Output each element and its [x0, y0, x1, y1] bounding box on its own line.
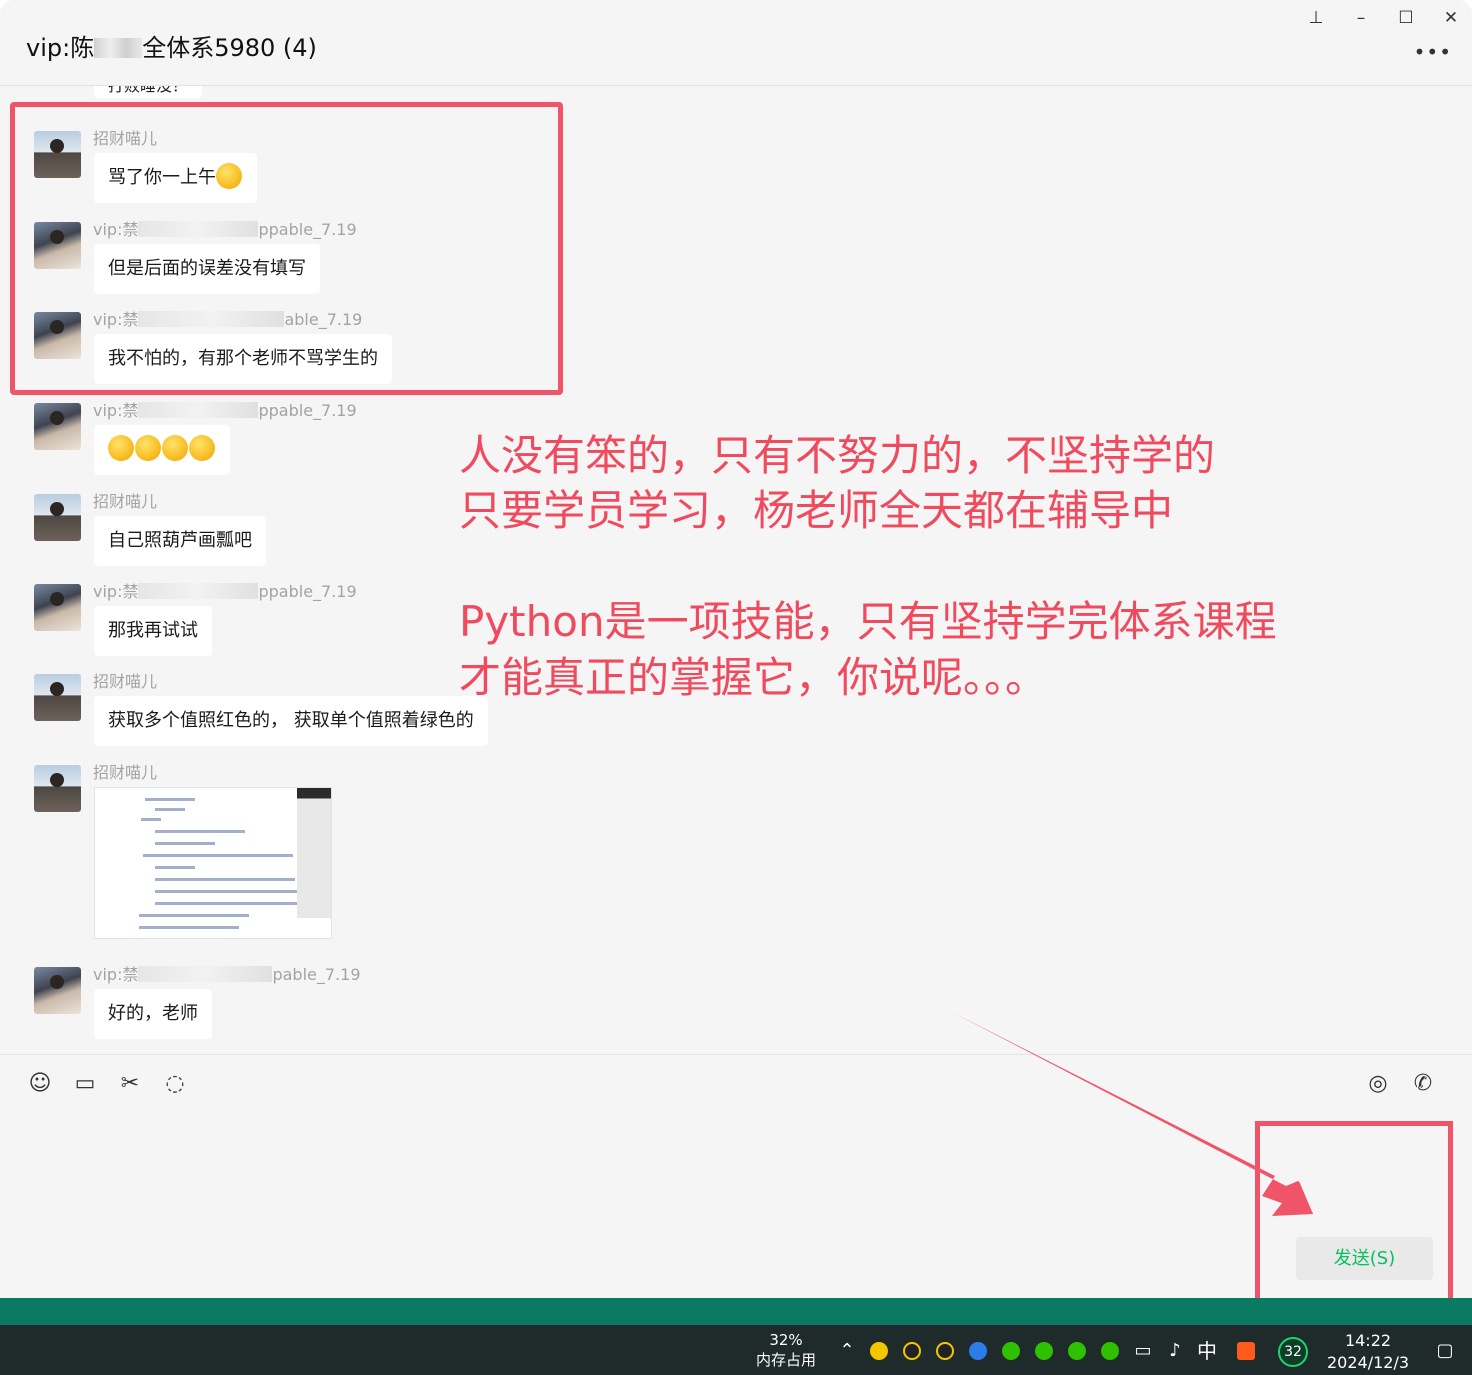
annotation-line: 人没有笨的，只有不努力的，不坚持学的	[459, 431, 1216, 480]
sogou-icon[interactable]	[1237, 1342, 1255, 1360]
code-line	[143, 854, 293, 857]
divider	[0, 1054, 1472, 1055]
folder-icon[interactable]: ▭	[71, 1070, 99, 1098]
code-line	[155, 866, 195, 869]
avatar[interactable]	[34, 403, 81, 450]
sender-name: 招财喵儿	[93, 763, 158, 782]
qq-icon[interactable]	[936, 1342, 954, 1360]
desktop-band	[0, 1298, 1472, 1325]
ime-indicator[interactable]: 中	[1196, 1340, 1218, 1362]
thinking-emoji-icon	[135, 435, 161, 461]
sender-name: 招财喵儿	[93, 492, 158, 511]
network-icon[interactable]: ▭	[1132, 1340, 1154, 1362]
emoji-bubble[interactable]	[94, 425, 230, 475]
avatar[interactable]	[34, 494, 81, 541]
notifications-icon[interactable]: ▢	[1434, 1340, 1456, 1362]
code-line	[155, 842, 215, 845]
code-line	[155, 890, 315, 893]
code-line	[155, 902, 305, 905]
sender-prefix: vip:禁	[93, 582, 139, 601]
taskbar: 32% 内存占用 ⌃ ▭ ♪ 中 32 14:22 2024/12/3 ▢	[0, 1325, 1472, 1375]
memory-widget[interactable]: 32% 内存占用	[752, 1330, 820, 1370]
emoji-icon[interactable]: ☺	[26, 1070, 54, 1098]
sender-suffix: ppable_7.19	[258, 582, 357, 601]
chevron-up-icon[interactable]: ⌃	[836, 1340, 858, 1362]
clock[interactable]: 14:22 2024/12/3	[1322, 1330, 1414, 1374]
sender-redaction	[138, 966, 273, 982]
annotation-line: Python是一项技能，只有坚持学完体系课程	[459, 597, 1277, 646]
more-icon[interactable]: •••	[1414, 40, 1452, 64]
code-line	[139, 914, 249, 917]
wechat-icon[interactable]	[1002, 1342, 1020, 1360]
code-line	[139, 926, 239, 929]
avatar[interactable]	[34, 584, 81, 631]
code-line	[141, 818, 161, 821]
message-bubble[interactable]: 好的，老师	[94, 989, 212, 1039]
code-screenshot-image[interactable]	[94, 787, 332, 939]
sender-name: vip:禁 ppable_7.19	[93, 578, 357, 602]
code-line	[155, 808, 185, 811]
title-bar: vip:陈 全体系5980 (4) ⊥ – ☐ ✕ •••	[0, 0, 1472, 86]
memory-label: 内存占用	[755, 1351, 816, 1369]
sender-suffix: ppable_7.19	[258, 401, 357, 420]
phone-icon[interactable]: ✆	[1409, 1070, 1437, 1098]
notification-badge[interactable]: 32	[1278, 1337, 1308, 1367]
highlight-box	[10, 102, 563, 395]
wechat-icon[interactable]	[1101, 1342, 1119, 1360]
wechat-icon[interactable]	[1068, 1342, 1086, 1360]
thinking-emoji-icon	[162, 435, 188, 461]
avatar[interactable]	[34, 674, 81, 721]
chat-bubble-icon[interactable]: ◌	[161, 1070, 189, 1098]
thinking-emoji-icon	[189, 435, 215, 461]
sender-name: vip:禁 pable_7.19	[93, 961, 361, 985]
title-redaction	[94, 38, 143, 58]
close-icon[interactable]: ✕	[1439, 6, 1463, 30]
code-line	[155, 878, 295, 881]
volume-icon[interactable]: ♪	[1164, 1340, 1186, 1362]
sender-name: 招财喵儿	[93, 672, 158, 691]
qq-icon[interactable]	[903, 1342, 921, 1360]
app-tray-icon[interactable]	[870, 1342, 888, 1360]
message-input[interactable]	[20, 1108, 1250, 1278]
message-bubble[interactable]: 那我再试试	[94, 606, 212, 656]
clock-time: 14:22	[1344, 1331, 1392, 1350]
annotation-line: 才能真正的掌握它，你说呢。。。	[459, 653, 1048, 702]
code-line	[155, 830, 245, 833]
chat-title-suffix: 全体系5980 (4)	[142, 34, 317, 62]
annotation-line: 只要学员学习，杨老师全天都在辅导中	[459, 486, 1174, 535]
image-sidebar	[297, 788, 331, 918]
sender-prefix: vip:禁	[93, 965, 139, 984]
maximize-icon[interactable]: ☐	[1394, 6, 1418, 30]
message-bubble[interactable]: 获取多个值照红色的， 获取单个值照着绿色的	[94, 696, 488, 746]
wechat-icon[interactable]	[1035, 1342, 1053, 1360]
code-line	[145, 798, 195, 801]
minimize-icon[interactable]: –	[1349, 6, 1373, 30]
pin-icon[interactable]: ⊥	[1304, 6, 1328, 30]
sender-suffix: pable_7.19	[272, 965, 361, 984]
sender-redaction	[138, 583, 259, 599]
sender-redaction	[138, 402, 259, 418]
clock-date: 2024/12/3	[1326, 1353, 1410, 1372]
sender-name: vip:禁 ppable_7.19	[93, 397, 357, 421]
avatar[interactable]	[34, 765, 81, 812]
avatar[interactable]	[34, 967, 81, 1014]
scissors-icon[interactable]: ✂	[116, 1070, 144, 1098]
search-tray-icon[interactable]	[969, 1342, 987, 1360]
message-bubble[interactable]: 自己照葫芦画瓢吧	[94, 516, 266, 566]
chat-title: vip:陈 全体系5980 (4)	[26, 28, 317, 63]
memory-percent: 32%	[769, 1331, 803, 1349]
chat-title-prefix: vip:陈	[26, 34, 95, 62]
thinking-emoji-icon	[108, 435, 134, 461]
video-icon[interactable]: ◎	[1364, 1070, 1392, 1098]
cut-off-message: 打败睡没？	[94, 86, 203, 98]
sender-prefix: vip:禁	[93, 401, 139, 420]
